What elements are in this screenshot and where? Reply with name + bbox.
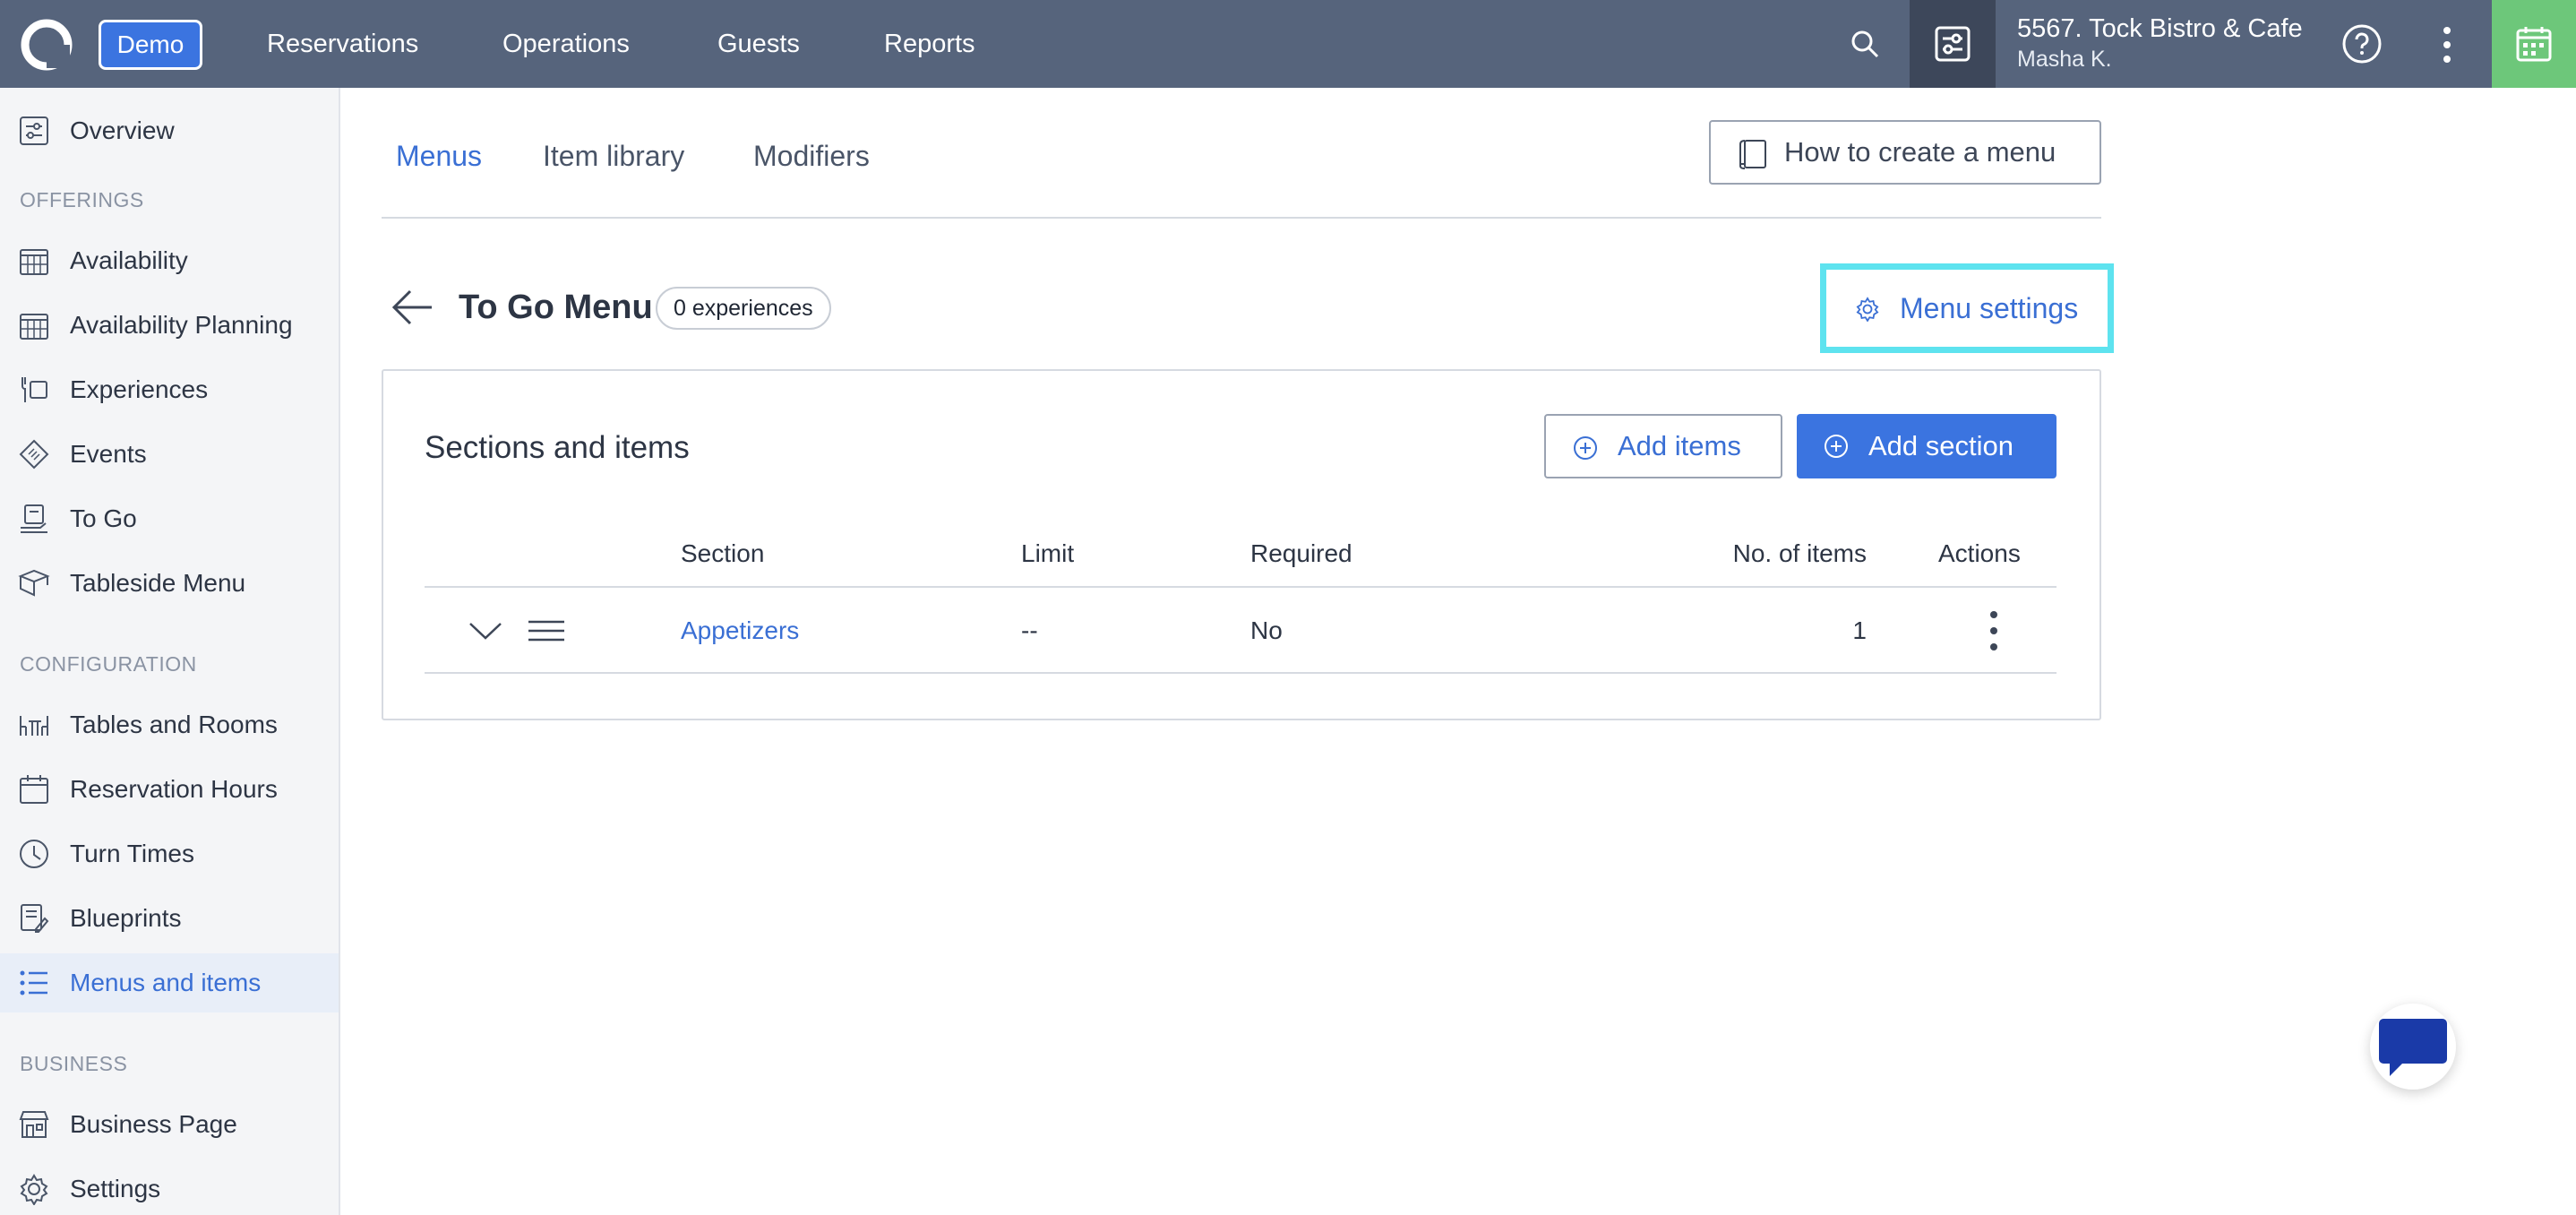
nav-reservations[interactable]: Reservations [267, 0, 418, 88]
tab-menus[interactable]: Menus [396, 140, 482, 173]
plus-circle-icon [1574, 436, 1597, 460]
demo-badge[interactable]: Demo [99, 20, 202, 70]
more-options-icon[interactable] [2436, 25, 2458, 65]
tab-item-library[interactable]: Item library [543, 140, 684, 173]
sidebar-heading-business: BUSINESS [20, 1052, 128, 1075]
sidebar-item-availability-planning[interactable]: Availability Planning [0, 296, 339, 355]
how-to-create-menu-button[interactable]: How to create a menu [1709, 120, 2101, 185]
sidebar-item-tables-and-rooms[interactable]: Tables and Rooms [0, 695, 339, 754]
tock-logo-icon[interactable] [20, 18, 73, 72]
table-header-divider [425, 586, 2057, 588]
tab-divider [382, 217, 2101, 219]
nav-guests[interactable]: Guests [717, 0, 800, 88]
sidebar-item-availability[interactable]: Availability [0, 231, 339, 290]
place-setting-icon [21, 377, 47, 402]
sidebar-item-label: Business Page [70, 1110, 237, 1138]
sliders-icon [1935, 26, 1971, 62]
chat-bubble-icon [2379, 1019, 2447, 1076]
storefront-icon [19, 1111, 49, 1138]
sidebar-item-to-go[interactable]: To Go [0, 489, 339, 548]
table-chairs-icon [20, 716, 48, 736]
sidebar-heading-offerings: OFFERINGS [20, 188, 144, 211]
nav-operations[interactable]: Operations [502, 0, 630, 88]
sidebar-item-label: Blueprints [70, 904, 182, 932]
section-required: No [1250, 616, 1283, 644]
tableside-menu-icon [18, 569, 50, 597]
row-actions-icon[interactable] [1987, 609, 2001, 652]
calendar-grid-icon [20, 249, 48, 275]
section-name-link[interactable]: Appetizers [681, 616, 799, 645]
tab-modifiers[interactable]: Modifiers [753, 140, 870, 173]
add-items-label: Add items [1618, 430, 1741, 461]
list-icon [20, 970, 47, 995]
sidebar-item-label: Tables and Rooms [70, 711, 278, 738]
sidebar-item-experiences[interactable]: Experiences [0, 360, 339, 419]
page-title: To Go Menu [459, 289, 653, 326]
sidebar-heading-configuration: CONFIGURATION [20, 652, 197, 676]
menu-settings-label: Menu settings [1900, 291, 2079, 324]
to-go-bag-icon [21, 504, 47, 533]
sidebar-item-menus-and-items[interactable]: Menus and items [0, 953, 339, 1012]
sidebar-item-settings[interactable]: Settings [0, 1159, 339, 1215]
add-section-button[interactable]: Add section [1797, 414, 2057, 478]
blueprint-icon [21, 904, 49, 933]
how-to-create-menu-label: How to create a menu [1784, 136, 2057, 168]
calendar-grid-icon [20, 314, 48, 340]
section-limit: -- [1021, 616, 1038, 644]
venue-settings-button[interactable] [1910, 0, 1996, 88]
sidebar-item-label: Turn Times [70, 840, 194, 867]
clock-icon [20, 840, 48, 868]
nav-reports[interactable]: Reports [884, 0, 975, 88]
column-header-actions: Actions [1938, 539, 2021, 567]
calendar-button[interactable] [2492, 0, 2576, 88]
gear-icon [20, 1174, 48, 1205]
menu-settings-button[interactable]: Menu settings [1820, 263, 2114, 353]
sidebar-item-label: Tableside Menu [70, 569, 246, 597]
column-header-section: Section [681, 539, 765, 567]
venue-switcher[interactable]: 5567. Tock Bistro & Cafe Masha K. [2017, 13, 2303, 73]
gear-icon [1856, 297, 1879, 322]
column-header-required: Required [1250, 539, 1352, 567]
overview-icon [20, 116, 48, 145]
table-row-divider [425, 672, 2057, 674]
ticket-icon [19, 439, 49, 470]
search-icon[interactable] [1849, 28, 1881, 60]
top-bar: Demo Reservations Operations Guests Repo… [0, 0, 2576, 88]
sidebar-item-events[interactable]: Events [0, 425, 339, 484]
section-items-count: 1 [1852, 616, 1867, 644]
card-title: Sections and items [425, 430, 690, 465]
sidebar-item-overview[interactable]: Overview [0, 101, 339, 160]
sidebar-item-turn-times[interactable]: Turn Times [0, 824, 339, 883]
column-header-limit: Limit [1021, 539, 1075, 567]
calendar-icon [2516, 27, 2552, 62]
chevron-down-icon[interactable] [468, 620, 503, 642]
sidebar-item-label: Availability Planning [70, 311, 293, 339]
sidebar-item-label: Availability [70, 246, 188, 274]
experiences-badge: 0 experiences [656, 287, 831, 330]
help-icon[interactable] [2341, 23, 2383, 65]
drag-handle-icon[interactable] [527, 618, 566, 643]
sidebar-item-label: Menus and items [70, 969, 262, 996]
sidebar-item-label: Events [70, 440, 147, 468]
venue-name: 5567. Tock Bistro & Cafe [2017, 14, 2303, 43]
sidebar-item-label: To Go [70, 504, 137, 532]
book-icon [1739, 140, 1766, 169]
sidebar-item-label: Experiences [70, 375, 209, 403]
calendar-icon [20, 775, 48, 804]
back-arrow-icon[interactable] [391, 287, 435, 328]
user-name: Masha K. [2017, 47, 2112, 72]
sidebar-item-blueprints[interactable]: Blueprints [0, 889, 339, 948]
sidebar-item-business-page[interactable]: Business Page [0, 1095, 339, 1154]
chat-button[interactable] [2370, 1004, 2456, 1090]
add-section-label: Add section [1868, 430, 2014, 461]
sidebar-item-label: Reservation Hours [70, 775, 278, 803]
sidebar-item-reservation-hours[interactable]: Reservation Hours [0, 760, 339, 819]
sidebar-item-tableside-menu[interactable]: Tableside Menu [0, 554, 339, 613]
add-items-button[interactable]: Add items [1544, 414, 1782, 478]
column-header-items-count: No. of items [1732, 539, 1867, 567]
plus-circle-icon [1825, 435, 1848, 458]
sidebar-item-label: Settings [70, 1175, 161, 1202]
sidebar-item-label: Overview [70, 116, 175, 144]
